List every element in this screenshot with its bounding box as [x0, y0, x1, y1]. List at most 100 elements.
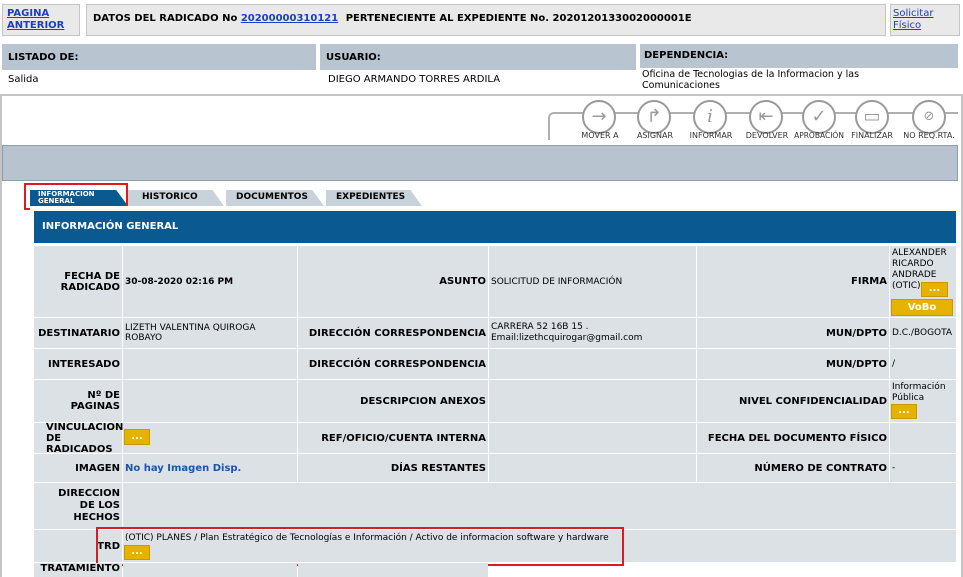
- hechos-value-cell: [123, 483, 956, 529]
- direccion2-value-cell: [489, 349, 696, 379]
- destinatario-label: DESTINATARIO: [38, 327, 120, 339]
- hechos-label-cell: DIRECCION DE LOS HECHOS: [34, 483, 122, 529]
- nivel-dots-button[interactable]: ...: [891, 404, 917, 419]
- ref-label: REF/OFICIO/CUENTA INTERNA: [321, 432, 486, 444]
- fecha-radicado-label-cell: FECHA DE RADICADO: [34, 246, 122, 317]
- tratamiento-value-cell: [123, 563, 297, 577]
- destinatario-label-cell: DESTINATARIO: [34, 318, 122, 348]
- vobo-button[interactable]: VoBo: [891, 299, 953, 316]
- usuario-value: DIEGO ARMANDO TORRES ARDILA: [328, 74, 501, 85]
- mun2-value-cell: /: [890, 349, 956, 379]
- nivel-label: NIVEL CONFIDENCIALIDAD: [738, 395, 887, 407]
- destinatario-value-cell: LIZETH VALENTINA QUIROGA ROBAYO: [123, 318, 297, 348]
- no-reply-icon[interactable]: ⊘: [912, 100, 946, 134]
- paginas-value-cell: [123, 380, 297, 422]
- imagen-label: IMAGEN: [75, 462, 120, 474]
- trd-highlight: [96, 527, 624, 566]
- mun-value-cell: D.C./BOGOTA: [890, 318, 956, 348]
- nivel-value: Información Pública: [892, 382, 946, 403]
- tab-documentos[interactable]: DOCUMENTOS: [226, 190, 324, 206]
- listado-label-cell: LISTADO DE:: [2, 44, 316, 70]
- interesado-label: INTERESADO: [47, 358, 120, 370]
- assign-icon[interactable]: ↱: [637, 100, 671, 134]
- fecha-radicado-value: 30-08-2020 02:16 PM: [125, 276, 234, 287]
- mun2-value: /: [892, 359, 896, 369]
- asunto-value-cell: SOLICITUD DE INFORMACIÓN: [489, 246, 696, 317]
- expediente-text: PERTENECIENTE AL EXPEDIENTE No. 20201201…: [345, 13, 692, 24]
- ref-value-cell: [489, 423, 696, 453]
- destinatario-value: LIZETH VALENTINA QUIROGA ROBAYO: [125, 323, 256, 343]
- fecha-doc-label-cell: FECHA DEL DOCUMENTO FÍSICO: [697, 423, 889, 453]
- mun2-label: MUN/DPTO: [825, 358, 887, 370]
- direccion2-label: DIRECCIÓN CORRESPONDENCIA: [308, 358, 486, 370]
- gray-banner: [2, 145, 958, 181]
- toolbar-aprobacion-label[interactable]: APROBACIÓN: [791, 131, 847, 140]
- vinculacion-dots-button[interactable]: ...: [124, 429, 150, 445]
- firma-dots-button[interactable]: ...: [921, 282, 948, 297]
- asunto-label-cell: ASUNTO: [298, 246, 488, 317]
- mun-label-cell: MUN/DPTO: [697, 318, 889, 348]
- tab-historico[interactable]: HISTORICO: [128, 190, 224, 206]
- usuario-label: USUARIO:: [326, 52, 381, 63]
- paginas-label: Nº DE PAGINAS: [70, 390, 120, 412]
- fecha-radicado-value-cell: 30-08-2020 02:16 PM: [123, 246, 297, 317]
- radicado-link[interactable]: 20200000310121: [241, 13, 338, 24]
- toolbar-finalizar-label[interactable]: FINALIZAR: [846, 131, 898, 140]
- section-header: INFORMACIÓN GENERAL: [34, 211, 956, 243]
- firma-label: FIRMA: [851, 276, 887, 287]
- listado-value: Salida: [8, 74, 39, 85]
- dias-value-cell: [489, 454, 696, 482]
- arrow-right-icon[interactable]: →: [582, 100, 616, 134]
- imagen-value[interactable]: No hay Imagen Disp.: [125, 463, 241, 474]
- pagina-anterior-cell: PAGINA ANTERIOR: [2, 4, 80, 36]
- anexos-label: DESCRIPCION ANEXOS: [360, 395, 486, 407]
- listado-label: LISTADO DE:: [8, 52, 79, 63]
- fecha-radicado-label: FECHA DE RADICADO: [60, 270, 120, 293]
- solicitar-fisico-cell: Solicitar Físico: [890, 4, 960, 36]
- anexos-value-cell: [489, 380, 696, 422]
- solicitar-fisico-link[interactable]: Solicitar Físico: [893, 8, 945, 32]
- toolbar-asignar-label[interactable]: ASIGNAR: [630, 131, 680, 140]
- interesado-value-cell: [123, 349, 297, 379]
- dias-label: DÍAS RESTANTES: [390, 462, 486, 474]
- return-icon[interactable]: ⇤: [749, 100, 783, 134]
- tab-expedientes[interactable]: EXPEDIENTES: [326, 190, 422, 206]
- dias-label-cell: DÍAS RESTANTES: [298, 454, 488, 482]
- direccion2-label-cell: DIRECCIÓN CORRESPONDENCIA: [298, 349, 488, 379]
- tratamiento-mid-cell: [298, 563, 488, 577]
- fecha-doc-label: FECHA DEL DOCUMENTO FÍSICO: [707, 432, 887, 444]
- asunto-label: ASUNTO: [439, 276, 486, 287]
- vinculacion-label: VINCULACION DE RADICADOS: [46, 421, 124, 455]
- dependencia-value: Oficina de Tecnologias de la Informacion…: [642, 69, 860, 91]
- datos-radicado-cell: DATOS DEL RADICADO No 20200000310121 PER…: [86, 4, 886, 36]
- info-icon[interactable]: i: [693, 100, 727, 134]
- vinculacion-label-cell: VINCULACION DE RADICADOS: [34, 421, 124, 455]
- tab-documentos-label: DOCUMENTOS: [236, 192, 308, 202]
- toolbar-mover-label[interactable]: MOVER A: [578, 131, 622, 140]
- contrato-value-cell: -: [890, 454, 956, 482]
- finish-icon[interactable]: ▭: [855, 100, 889, 134]
- pagina-anterior-link[interactable]: PAGINA ANTERIOR: [7, 8, 67, 32]
- mun2-label-cell: MUN/DPTO: [697, 349, 889, 379]
- usuario-label-cell: USUARIO:: [320, 44, 636, 70]
- asunto-value: SOLICITUD DE INFORMACIÓN: [491, 276, 623, 287]
- toolbar-informar-label[interactable]: INFORMAR: [686, 131, 736, 140]
- paginas-label-cell: Nº DE PAGINAS: [34, 380, 122, 422]
- mun-label: MUN/DPTO: [825, 327, 887, 339]
- imagen-label-cell: IMAGEN: [34, 454, 122, 482]
- toolbar-noreq-label[interactable]: NO REQ.RTA.: [900, 131, 958, 140]
- mun-value: D.C./BOGOTA: [892, 328, 953, 338]
- tab-historico-label: HISTORICO: [142, 192, 198, 202]
- tratamiento-label: TRATAMIENTO: [40, 563, 120, 574]
- toolbar-devolver-label[interactable]: DEVOLVER: [742, 131, 792, 140]
- tab-expedientes-label: EXPEDIENTES: [336, 192, 406, 202]
- imagen-value-cell: No hay Imagen Disp.: [123, 454, 297, 482]
- hechos-label: DIRECCION DE LOS HECHOS: [58, 488, 120, 523]
- dependencia-label: DEPENDENCIA:: [644, 50, 729, 61]
- fecha-doc-value-cell: [890, 423, 956, 453]
- firma-label-cell: FIRMA: [697, 246, 889, 317]
- interesado-label-cell: INTERESADO: [34, 349, 122, 379]
- contrato-value: -: [892, 463, 896, 473]
- direccion-label-cell: DIRECCIÓN CORRESPONDENCIA: [298, 318, 488, 348]
- check-icon[interactable]: ✓: [802, 100, 836, 134]
